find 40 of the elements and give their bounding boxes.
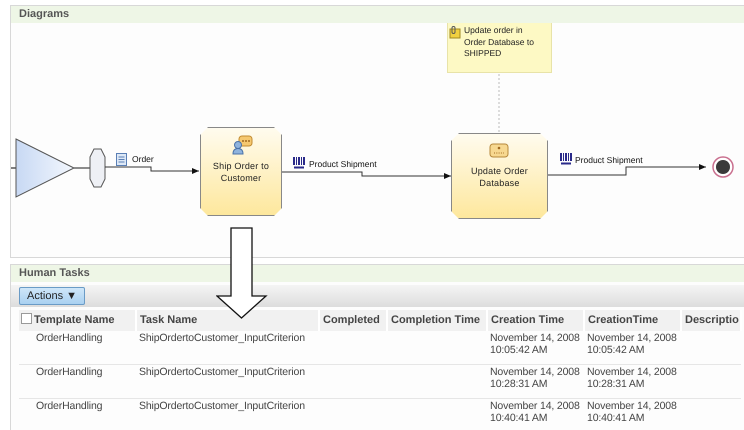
table-cell: ShipOrdertoCustomer_InputCriterion (139, 400, 305, 412)
column-header[interactable]: Completion Time (387, 310, 487, 330)
connector-label: Order (132, 153, 154, 166)
panel-title: Diagrams (11, 6, 744, 23)
table-cell: OrderHandling (36, 366, 102, 378)
start-triangle (16, 138, 76, 198)
column-header[interactable]: Completed (319, 310, 387, 330)
actions-dropdown-button[interactable]: Actions ▼ (19, 287, 86, 305)
table-cell: November 14, 2008 10:40:41 AM (587, 400, 677, 424)
table-cell: OrderHandling (36, 400, 102, 412)
barcode-icon (560, 153, 572, 165)
barcode-icon (293, 157, 305, 169)
document-icon (116, 153, 127, 166)
table-cell: ShipOrdertoCustomer_InputCriterion (139, 332, 305, 344)
panel-title: Human Tasks (11, 265, 744, 282)
connector-label: Product Shipment (309, 158, 377, 171)
connector-label: Product Shipment (575, 154, 643, 167)
end-event-circle (712, 156, 734, 178)
checkbox[interactable] (21, 313, 32, 324)
column-header[interactable]: Creation Time (487, 310, 584, 330)
table-cell: November 14, 2008 10:40:41 AM (490, 400, 580, 424)
table-cell: OrderHandling (36, 332, 102, 344)
service-icon (489, 143, 509, 158)
table-cell: November 14, 2008 10:05:42 AM (587, 332, 677, 356)
dotted-line (498, 74, 500, 132)
table-cell: November 14, 2008 10:05:42 AM (490, 332, 580, 356)
table-cell: ShipOrdertoCustomer_InputCriterion (139, 366, 305, 378)
connector-line (11, 167, 16, 169)
note-text: Update order in Order Database to SHIPPED (464, 25, 535, 60)
gateway-hexagon (90, 148, 106, 188)
task-label: Update Order Database (470, 165, 529, 189)
column-header[interactable]: Task Name (136, 310, 319, 330)
person-icon (232, 135, 253, 155)
task-label: Ship Order to Customer (212, 160, 270, 184)
table-cell: November 14, 2008 10:28:31 AM (587, 366, 677, 390)
note-icon (449, 26, 461, 39)
table-cell: November 14, 2008 10:28:31 AM (490, 366, 580, 390)
column-header[interactable]: CreationTime (584, 310, 681, 330)
column-header[interactable]: Descriptio (681, 310, 741, 330)
connector-line (74, 167, 90, 169)
